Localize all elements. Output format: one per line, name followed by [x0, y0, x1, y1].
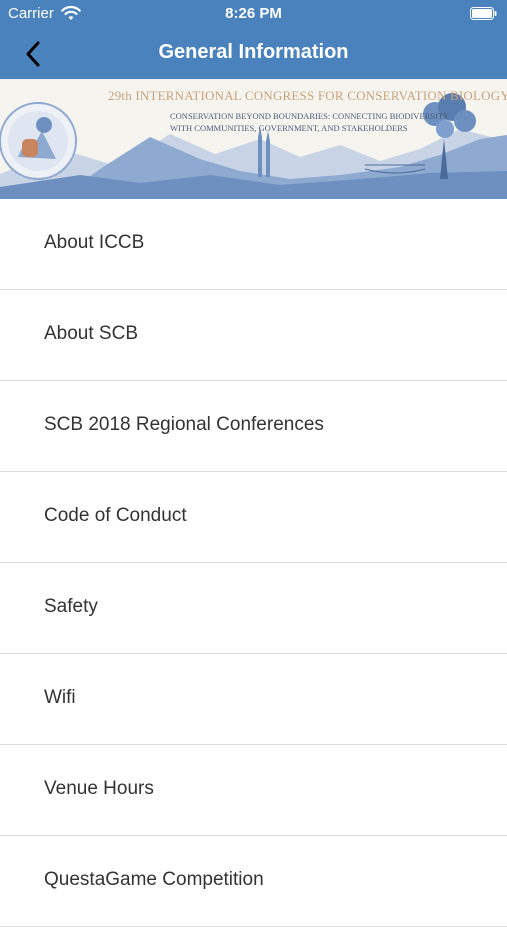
menu-item-label: About ICCB [44, 232, 145, 253]
menu-item-code-of-conduct[interactable]: Code of Conduct [0, 472, 507, 563]
battery-icon [470, 7, 497, 20]
menu-item-label: QuestaGame Competition [44, 869, 264, 890]
banner-tagline-line2: WITH COMMUNITIES, GOVERNMENT, AND STAKEH… [170, 123, 408, 133]
menu-item-about-iccb[interactable]: About ICCB [0, 199, 507, 290]
status-time: 8:26 PM [225, 5, 282, 22]
banner-tagline-line1: CONSERVATION BEYOND BOUNDARIES: CONNECTI… [170, 111, 450, 121]
menu-item-about-scb[interactable]: About SCB [0, 290, 507, 381]
menu-item-questagame[interactable]: QuestaGame Competition [0, 836, 507, 927]
menu-item-label: About SCB [44, 323, 138, 344]
navigation-bar: General Information [0, 28, 507, 79]
info-menu-list: About ICCB About SCB SCB 2018 Regional C… [0, 199, 507, 927]
banner-title: 29th INTERNATIONAL CONGRESS FOR CONSERVA… [108, 88, 507, 103]
menu-item-label: Wifi [44, 687, 76, 708]
conference-banner: 29th INTERNATIONAL CONGRESS FOR CONSERVA… [0, 79, 507, 199]
menu-item-venue-hours[interactable]: Venue Hours [0, 745, 507, 836]
menu-item-regional-conferences[interactable]: SCB 2018 Regional Conferences [0, 381, 507, 472]
status-bar: Carrier 8:26 PM [0, 0, 507, 28]
menu-item-label: Safety [44, 596, 98, 617]
menu-item-safety[interactable]: Safety [0, 563, 507, 654]
page-title: General Information [158, 41, 349, 63]
menu-item-label: Code of Conduct [44, 505, 187, 526]
menu-item-label: Venue Hours [44, 778, 154, 799]
menu-item-label: SCB 2018 Regional Conferences [44, 414, 324, 435]
menu-item-wifi[interactable]: Wifi [0, 654, 507, 745]
top-bar: Carrier 8:26 PM General Information [0, 0, 507, 79]
